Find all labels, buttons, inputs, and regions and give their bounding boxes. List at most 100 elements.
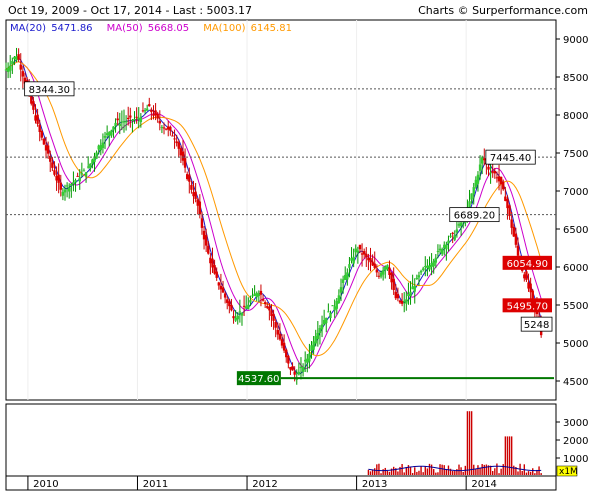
candle-body — [244, 306, 248, 309]
candle-body — [443, 244, 446, 249]
candle-body — [61, 191, 65, 196]
candle-body — [240, 312, 244, 316]
support-label: 4537.60 — [238, 374, 279, 385]
year-label: 2010 — [33, 479, 58, 490]
candle-body — [76, 175, 79, 177]
candle-body — [226, 299, 229, 303]
candle-body — [198, 201, 202, 215]
candle-body — [122, 121, 126, 123]
candle-body — [137, 117, 140, 120]
candle-body — [314, 336, 317, 344]
price-tick-label: 5500 — [563, 301, 588, 312]
candle-body — [112, 126, 115, 131]
price-tick-label: 6000 — [563, 263, 588, 274]
candle-body — [167, 126, 170, 130]
candle-body — [13, 56, 16, 60]
price-tick-label: 8000 — [563, 111, 588, 122]
candle-body — [432, 261, 435, 267]
candle-body — [4, 69, 8, 71]
candle-body — [156, 114, 159, 119]
candle-body — [249, 300, 252, 303]
candle-body — [91, 159, 94, 164]
level-label: 6689.20 — [454, 211, 495, 222]
candle-body — [51, 162, 54, 168]
candle-body — [489, 172, 492, 174]
candle-body — [417, 275, 421, 278]
candle-body — [99, 145, 103, 151]
candle-body — [512, 226, 515, 237]
price-tick-label: 8500 — [563, 73, 588, 84]
candle-body — [447, 240, 450, 244]
candle-body — [430, 262, 433, 268]
candle-body — [301, 366, 305, 372]
candle-body — [381, 270, 385, 275]
candle-body — [154, 110, 157, 116]
candle-body — [259, 290, 263, 295]
legend-label: MA(100) — [203, 23, 245, 34]
candle-body — [36, 114, 39, 124]
candle-body — [251, 295, 254, 297]
candle-body — [291, 366, 294, 371]
legend-value: 5471.86 — [51, 23, 92, 34]
candle-body — [504, 196, 507, 201]
candle-body — [127, 117, 130, 119]
candle-body — [9, 65, 12, 71]
candle-body — [276, 329, 279, 335]
year-label: 2011 — [143, 479, 168, 490]
candle-body — [97, 145, 100, 150]
chart-canvas: 4500 5000 5500 6000 6500 7000 7500 8000 8500 9000… — [4, 19, 588, 491]
candle-body — [413, 285, 416, 292]
candle-body — [53, 170, 56, 175]
candle-body — [65, 185, 69, 187]
price-tick-label: 4500 — [563, 377, 588, 388]
candle-body — [312, 341, 315, 350]
level-label: 7445.40 — [490, 153, 531, 164]
candle-body — [234, 317, 237, 321]
candle-body — [173, 138, 176, 140]
candle-body — [204, 235, 208, 246]
candle-body — [114, 122, 117, 127]
candle-body — [70, 183, 73, 186]
candle-body — [219, 285, 223, 290]
candle-body — [375, 269, 379, 273]
legend-label: MA(50) — [107, 23, 143, 34]
candle-body — [468, 201, 471, 208]
candle-body — [480, 157, 484, 164]
candle-body — [30, 96, 33, 104]
candle-body — [282, 342, 286, 351]
candle-body — [474, 179, 478, 187]
candle-body — [80, 173, 84, 175]
candle-body — [392, 278, 395, 291]
candle-body — [434, 257, 438, 263]
candle-body — [270, 310, 273, 317]
candle-body — [525, 271, 528, 280]
candle-body — [150, 109, 153, 113]
candle-body — [171, 135, 174, 137]
candle-body — [202, 230, 206, 240]
candle-body — [160, 127, 164, 129]
candle-body — [297, 371, 301, 375]
candle-body — [158, 121, 162, 124]
candle-body — [238, 311, 242, 313]
candle-body — [116, 118, 119, 121]
candle-body — [55, 175, 58, 181]
price-tick-label: 6500 — [563, 225, 588, 236]
candle-body — [497, 176, 501, 182]
candle-body — [371, 261, 374, 266]
price-marker-label: 5248 — [524, 320, 549, 331]
candle-body — [493, 170, 497, 174]
candle-body — [436, 250, 440, 252]
candle-body — [232, 316, 235, 319]
candle-body — [74, 180, 77, 183]
candle-body — [451, 232, 454, 234]
candle-body — [415, 277, 419, 280]
candle-body — [103, 136, 107, 138]
candle-body — [274, 322, 277, 328]
candle-body — [253, 293, 256, 296]
candle-body — [499, 176, 503, 185]
candle-body — [367, 257, 370, 261]
candle-body — [38, 124, 41, 133]
candle-body — [95, 152, 98, 159]
candle-body — [352, 256, 355, 264]
candle-body — [207, 245, 210, 254]
